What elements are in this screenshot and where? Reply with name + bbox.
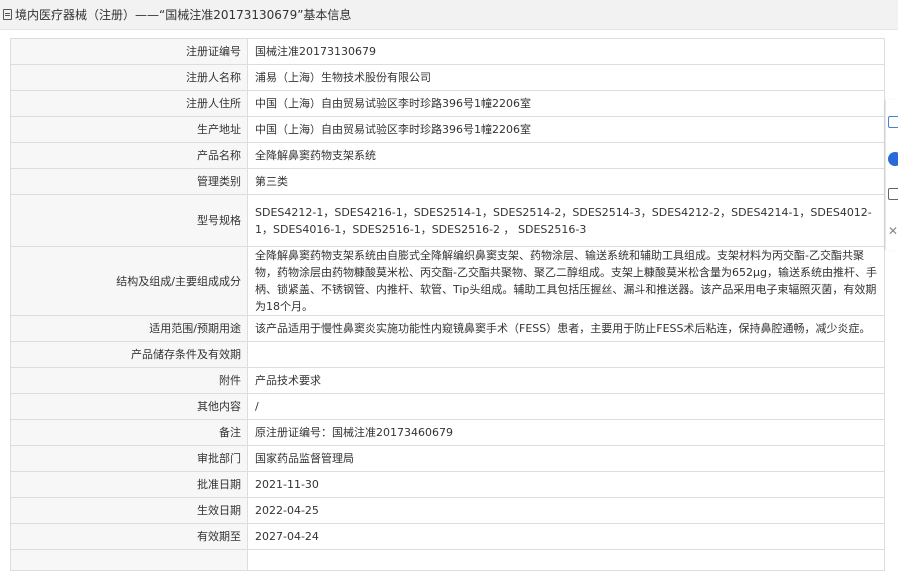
row-value: 2021-11-30: [247, 471, 885, 498]
table-row: 其他内容 /: [10, 393, 885, 420]
close-icon[interactable]: ✕: [888, 224, 898, 238]
row-value: [247, 549, 885, 571]
row-label: 其他内容: [10, 393, 248, 420]
copy-icon[interactable]: [888, 188, 898, 202]
detail-table-container: 注册证编号 国械注准20173130679 注册人名称 浦易（上海）生物技术股份…: [10, 38, 885, 571]
row-value: 中国（上海）自由贸易试验区李时珍路396号1幢2206室: [247, 90, 885, 117]
row-value: 全降解鼻窦药物支架系统由自膨式全降解编织鼻窦支架、药物涂层、输送系统和辅助工具组…: [247, 246, 885, 316]
row-label: 有效期至: [10, 523, 248, 550]
row-value: [247, 341, 885, 368]
table-row: 注册人名称 浦易（上海）生物技术股份有限公司: [10, 64, 885, 91]
row-label: 审批部门: [10, 445, 248, 472]
row-value: 第三类: [247, 168, 885, 195]
table-row: 适用范围/预期用途 该产品适用于慢性鼻窦炎实施功能性内窥镜鼻窦手术（FESS）患…: [10, 315, 885, 342]
row-value: 产品技术要求: [247, 367, 885, 394]
row-value: /: [247, 393, 885, 420]
table-row: 备注 原注册证编号：国械注准20173460679: [10, 419, 885, 446]
table-row: 管理类别 第三类: [10, 168, 885, 195]
row-label: 适用范围/预期用途: [10, 315, 248, 342]
row-value: 中国（上海）自由贸易试验区李时珍路396号1幢2206室: [247, 116, 885, 143]
table-row: 批准日期 2021-11-30: [10, 471, 885, 498]
row-value: 浦易（上海）生物技术股份有限公司: [247, 64, 885, 91]
row-value: SDES4212-1，SDES4216-1，SDES2514-1，SDES251…: [247, 194, 885, 247]
row-value: 该产品适用于慢性鼻窦炎实施功能性内窥镜鼻窦手术（FESS）患者，主要用于防止FE…: [247, 315, 885, 342]
row-value: 2027-04-24: [247, 523, 885, 550]
row-label: [10, 549, 248, 571]
table-row: 生产地址 中国（上海）自由贸易试验区李时珍路396号1幢2206室: [10, 116, 885, 143]
document-icon[interactable]: [888, 116, 898, 130]
table-row: 注册人住所 中国（上海）自由贸易试验区李时珍路396号1幢2206室: [10, 90, 885, 117]
table-row: 产品名称 全降解鼻窦药物支架系统: [10, 142, 885, 169]
table-row: 型号规格 SDES4212-1，SDES4216-1，SDES2514-1，SD…: [10, 194, 885, 247]
table-row: 审批部门 国家药品监督管理局: [10, 445, 885, 472]
table-row: 结构及组成/主要组成成分 全降解鼻窦药物支架系统由自膨式全降解编织鼻窦支架、药物…: [10, 246, 885, 316]
page-header: 境内医疗器械（注册）——“国械注准20173130679”基本信息: [0, 0, 898, 30]
table-row: 附件 产品技术要求: [10, 367, 885, 394]
table-row: 有效期至 2027-04-24: [10, 523, 885, 550]
row-label: 注册人名称: [10, 64, 248, 91]
table-row: [10, 549, 885, 571]
table-row: 产品储存条件及有效期: [10, 341, 885, 368]
row-label: 生产地址: [10, 116, 248, 143]
page-title: 境内医疗器械（注册）——“国械注准20173130679”基本信息: [15, 8, 352, 22]
detail-table: 注册证编号 国械注准20173130679 注册人名称 浦易（上海）生物技术股份…: [10, 38, 885, 571]
row-value: 2022-04-25: [247, 497, 885, 524]
row-value: 国械注准20173130679: [247, 38, 885, 65]
document-icon: [3, 9, 12, 20]
row-label: 管理类别: [10, 168, 248, 195]
row-value: 原注册证编号：国械注准20173460679: [247, 419, 885, 446]
table-row: 注册证编号 国械注准20173130679: [10, 38, 885, 65]
row-label: 注册证编号: [10, 38, 248, 65]
row-label: 结构及组成/主要组成成分: [10, 246, 248, 316]
row-label: 生效日期: [10, 497, 248, 524]
row-label: 批准日期: [10, 471, 248, 498]
info-circle-icon[interactable]: [888, 152, 898, 166]
row-label: 注册人住所: [10, 90, 248, 117]
row-label: 产品名称: [10, 142, 248, 169]
floating-toolbar: ✕: [885, 100, 898, 250]
row-label: 附件: [10, 367, 248, 394]
table-row: 生效日期 2022-04-25: [10, 497, 885, 524]
row-label: 型号规格: [10, 194, 248, 247]
row-value: 全降解鼻窦药物支架系统: [247, 142, 885, 169]
row-value: 国家药品监督管理局: [247, 445, 885, 472]
row-label: 备注: [10, 419, 248, 446]
row-label: 产品储存条件及有效期: [10, 341, 248, 368]
